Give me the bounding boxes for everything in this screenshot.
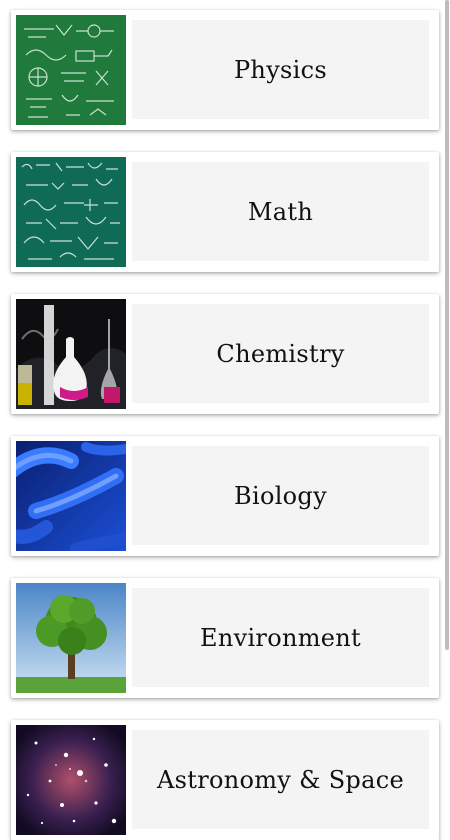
chemistry-flasks-image [16, 299, 126, 409]
category-label: Astronomy & Space [157, 765, 404, 794]
chemistry-thumbnail [16, 299, 126, 409]
scrollbar-thumb[interactable] [445, 0, 449, 650]
physics-thumbnail [16, 15, 126, 125]
category-card-physics[interactable]: Physics [11, 10, 439, 130]
category-label: Physics [233, 55, 327, 84]
math-chalkboard-image [16, 157, 126, 267]
category-label-box: Biology [132, 446, 429, 545]
category-label-box: Math [132, 162, 429, 261]
category-card-math[interactable]: Math [11, 152, 439, 272]
math-thumbnail [16, 157, 126, 267]
category-list: Physics Math Chemistry Biology Environme… [0, 0, 450, 840]
category-card-environment[interactable]: Environment [11, 578, 439, 698]
environment-thumbnail [16, 583, 126, 693]
category-card-biology[interactable]: Biology [11, 436, 439, 556]
category-label: Biology [234, 481, 327, 510]
category-label: Environment [200, 623, 361, 652]
bacteria-image [16, 441, 126, 551]
category-label-box: Physics [132, 20, 429, 119]
category-label-box: Environment [132, 588, 429, 687]
category-label: Chemistry [216, 339, 345, 368]
category-card-astronomy-space[interactable]: Astronomy & Space [11, 720, 439, 840]
physics-chalkboard-image [16, 15, 126, 125]
category-label-box: Chemistry [132, 304, 429, 403]
astronomy-thumbnail [16, 725, 126, 835]
scrollbar[interactable] [444, 0, 450, 800]
tree-image [16, 583, 126, 693]
biology-thumbnail [16, 441, 126, 551]
category-card-chemistry[interactable]: Chemistry [11, 294, 439, 414]
star-cluster-image [16, 725, 126, 835]
category-label-box: Astronomy & Space [132, 730, 429, 829]
category-label: Math [247, 197, 314, 226]
